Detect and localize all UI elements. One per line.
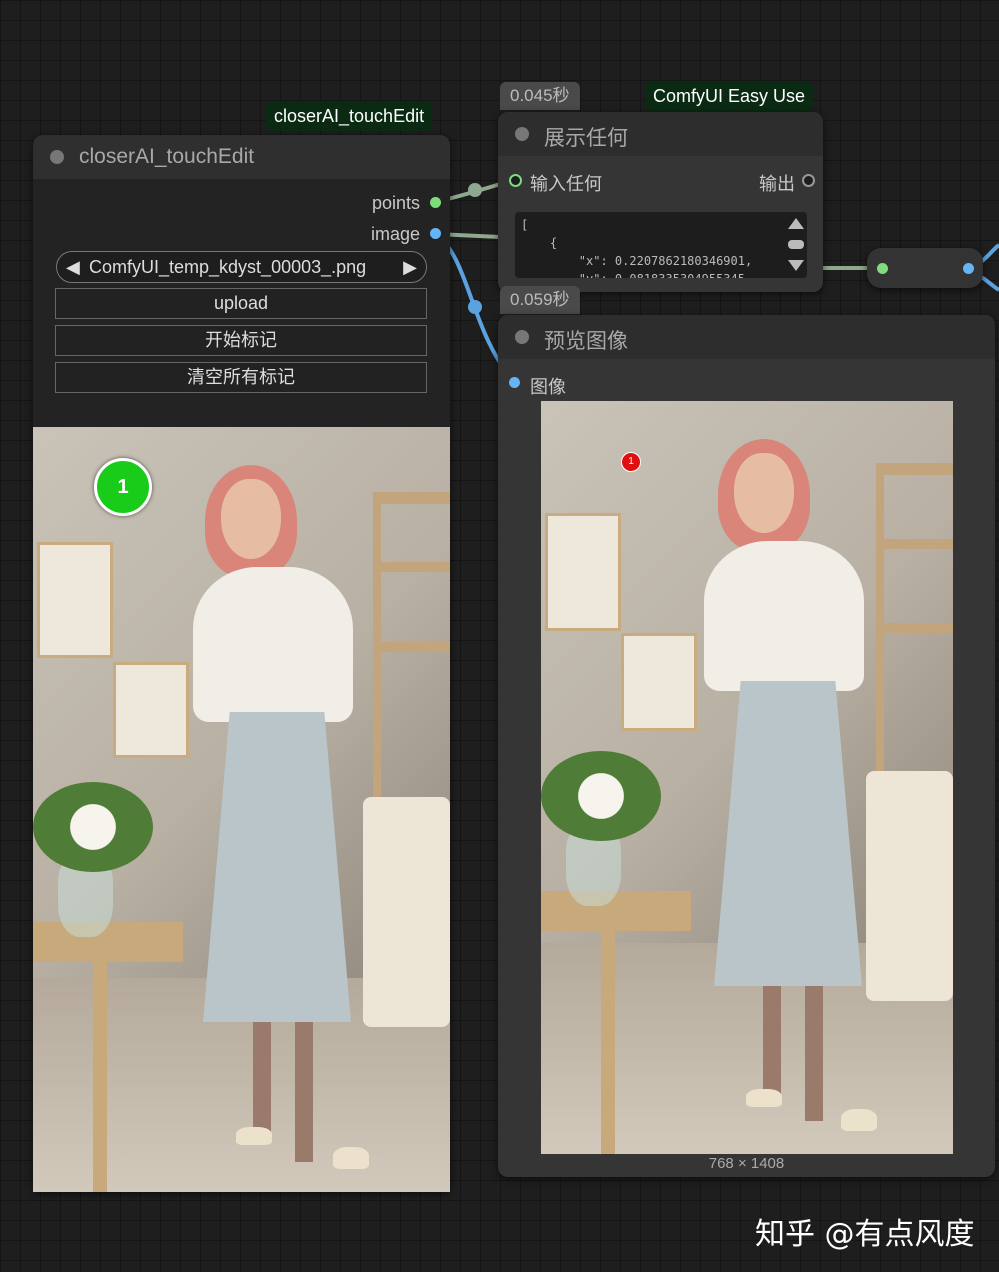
show-any-node[interactable]: 展示任何 输入任何 输出 [ { "x": 0.2207862180346901…	[498, 112, 823, 292]
start-marking-button[interactable]: 开始标记	[55, 325, 427, 356]
combo-right-arrow[interactable]: ▶	[403, 252, 417, 282]
blouse	[193, 567, 353, 722]
input-label-image: 图像	[530, 377, 566, 397]
touch-marker[interactable]: 1	[94, 458, 152, 516]
show-any-badge: ComfyUI Easy Use	[645, 81, 814, 111]
output-label-points: points	[371, 193, 420, 213]
armchair	[363, 797, 450, 1027]
show-any-node-title: 展示任何	[544, 127, 628, 150]
tulips	[33, 782, 153, 872]
reroute-node[interactable]	[867, 248, 983, 288]
shelf	[373, 492, 450, 504]
preview-node-header[interactable]: 预览图像	[498, 315, 995, 359]
reroute-output-dot[interactable]	[963, 263, 974, 274]
input-label-any: 输入任何	[530, 174, 602, 194]
show-any-time-tag: 0.045秒	[500, 82, 580, 110]
output-label: 输出	[759, 174, 795, 194]
preview-time-tag: 0.059秒	[500, 286, 580, 314]
scroll-up-icon[interactable]	[788, 218, 804, 229]
preview-marker: 1	[621, 452, 641, 472]
node-collapse-dot[interactable]	[515, 127, 529, 141]
combo-left-arrow[interactable]: ◀	[66, 252, 80, 282]
link-image-midpoint	[468, 300, 482, 314]
wall-art-1	[37, 542, 113, 658]
wall-art-2	[113, 662, 189, 758]
coffee-table	[33, 922, 183, 962]
input-dot-image[interactable]	[509, 377, 520, 388]
reroute-input-dot[interactable]	[877, 263, 888, 274]
input-dot-any[interactable]	[509, 174, 522, 187]
wall-art-2	[621, 633, 697, 731]
face	[221, 479, 281, 559]
scroll-thumb[interactable]	[788, 240, 804, 249]
link-points-midpoint	[468, 183, 482, 197]
touchedit-canvas-image[interactable]: 1	[33, 427, 450, 1192]
file-combo[interactable]: ◀ ComfyUI_temp_kdyst_00003_.png ▶	[56, 251, 427, 283]
output-dot[interactable]	[802, 174, 815, 187]
preview-node[interactable]: 预览图像 图像 1 768 × 1408	[498, 315, 995, 1177]
touchedit-node-header[interactable]: closerAI_touchEdit	[33, 135, 450, 179]
preview-node-title: 预览图像	[544, 330, 628, 353]
combo-value: ComfyUI_temp_kdyst_00003_.png	[89, 257, 367, 277]
wall-art-1	[545, 513, 621, 631]
node-collapse-dot[interactable]	[515, 330, 529, 344]
output-dot-points[interactable]	[430, 197, 441, 208]
preview-marker-label: 1	[628, 456, 634, 467]
output-dot-image[interactable]	[430, 228, 441, 239]
upload-button[interactable]: upload	[55, 288, 427, 319]
output-label-image: image	[370, 224, 420, 244]
touchedit-badge: closerAI_touchEdit	[266, 101, 433, 131]
touch-marker-label: 1	[117, 476, 129, 498]
watermark: 知乎 @有点风度	[755, 1217, 975, 1252]
show-any-node-header[interactable]: 展示任何	[498, 112, 823, 156]
node-collapse-dot[interactable]	[50, 150, 64, 164]
image-size-label: 768 × 1408	[708, 1155, 785, 1172]
touchedit-node-title: closerAI_touchEdit	[79, 145, 255, 168]
text-output-area[interactable]: [ { "x": 0.2207862180346901, "y": 0.0818…	[515, 212, 807, 278]
scrollbar[interactable]	[787, 216, 805, 276]
clear-marks-button[interactable]: 清空所有标记	[55, 362, 427, 393]
scroll-down-icon[interactable]	[788, 260, 804, 271]
touchedit-node[interactable]: closerAI_touchEdit points image ◀ ComfyU…	[33, 135, 450, 1192]
preview-image: 1	[541, 401, 953, 1154]
